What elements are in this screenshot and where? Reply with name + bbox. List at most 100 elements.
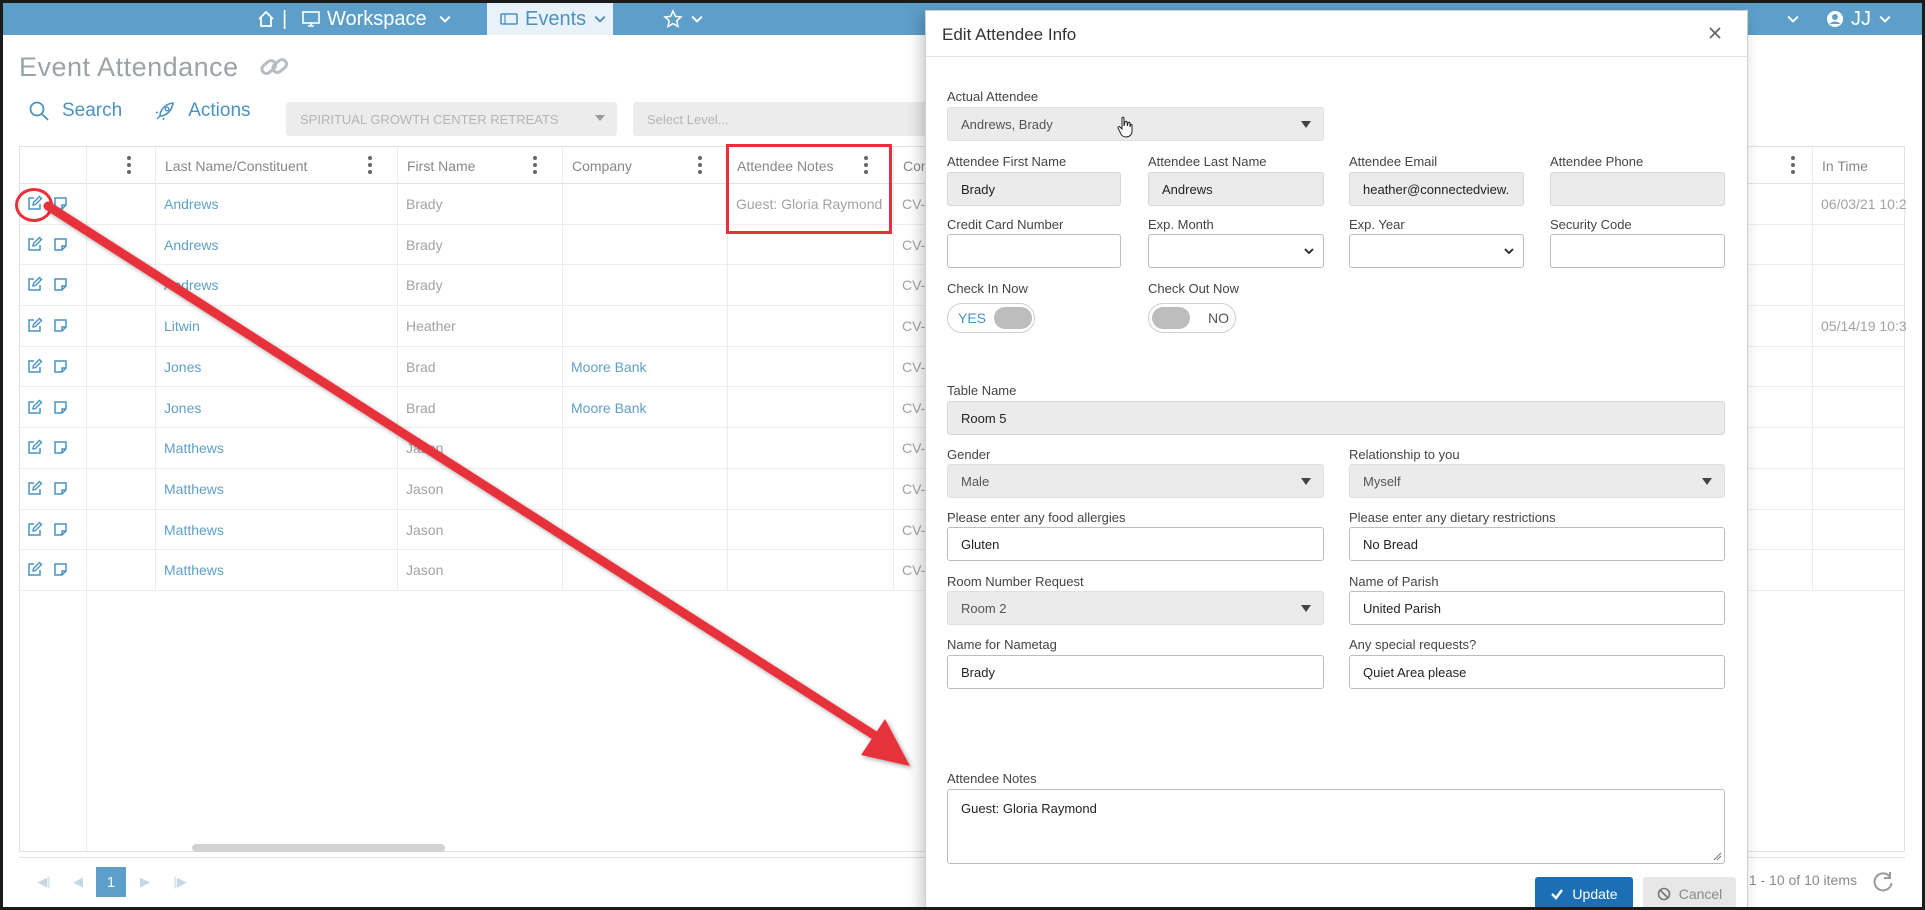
company-cell[interactable]: Moore Bank bbox=[562, 347, 727, 387]
search-label: Search bbox=[62, 100, 123, 121]
special-requests-label: Any special requests? bbox=[1349, 637, 1477, 652]
food-allergies-label: Please enter any food allergies bbox=[947, 510, 1126, 525]
column-menu-icon[interactable] bbox=[368, 156, 372, 174]
actual-attendee-value: Andrews, Brady bbox=[961, 116, 1053, 132]
edit-icon[interactable] bbox=[26, 276, 43, 293]
column-header-company[interactable]: Company bbox=[562, 147, 727, 184]
last-name-cell[interactable]: Matthews bbox=[155, 428, 397, 468]
horizontal-scrollbar[interactable] bbox=[192, 844, 445, 852]
email-field[interactable]: heather@connectedview. bbox=[1349, 172, 1524, 206]
level-select[interactable]: Select Level... bbox=[633, 102, 933, 136]
favorites-nav-item[interactable] bbox=[663, 3, 705, 35]
company-cell bbox=[562, 225, 727, 265]
actual-attendee-select[interactable]: Andrews, Brady bbox=[947, 107, 1324, 141]
note-icon[interactable] bbox=[52, 439, 69, 456]
events-nav-item[interactable]: Events bbox=[487, 3, 613, 35]
last-page-button[interactable]: |▶ bbox=[165, 867, 195, 897]
edit-icon[interactable] bbox=[26, 439, 43, 456]
first-name-cell: Brad bbox=[406, 399, 436, 416]
note-icon[interactable] bbox=[52, 399, 69, 416]
note-icon[interactable] bbox=[52, 236, 69, 253]
check-out-toggle[interactable]: NO bbox=[1148, 303, 1236, 333]
note-icon[interactable] bbox=[52, 195, 69, 212]
refresh-icon[interactable] bbox=[1869, 868, 1897, 896]
edit-icon[interactable] bbox=[26, 521, 43, 538]
edit-icon[interactable] bbox=[26, 561, 43, 578]
column-menu-icon[interactable] bbox=[533, 156, 537, 174]
exp-year-select[interactable] bbox=[1349, 234, 1524, 268]
company-cell[interactable]: Moore Bank bbox=[562, 388, 727, 428]
first-name-cell: Jason bbox=[406, 440, 444, 457]
note-icon[interactable] bbox=[52, 276, 69, 293]
first-name-field[interactable]: Brady bbox=[947, 172, 1121, 206]
close-icon[interactable] bbox=[1705, 23, 1725, 43]
last-name-cell[interactable]: Matthews bbox=[155, 510, 397, 550]
exp-month-select[interactable] bbox=[1148, 234, 1324, 268]
company-cell bbox=[562, 184, 727, 224]
edit-icon[interactable] bbox=[26, 236, 43, 253]
column-menu-icon[interactable] bbox=[1791, 156, 1795, 174]
column-menu-icon[interactable] bbox=[127, 156, 131, 174]
event-select[interactable]: SPIRITUAL GROWTH CENTER RETREATS bbox=[286, 102, 617, 136]
column-menu-icon[interactable] bbox=[698, 156, 702, 174]
special-requests-field[interactable]: Quiet Area please bbox=[1349, 655, 1725, 689]
ticket-icon bbox=[500, 13, 518, 25]
food-allergies-field[interactable]: Gluten bbox=[947, 527, 1324, 561]
caret-down-icon bbox=[595, 115, 605, 121]
relationship-select[interactable]: Myself bbox=[1349, 464, 1725, 498]
last-name-cell[interactable]: Jones bbox=[155, 388, 397, 428]
last-name-cell[interactable]: Matthews bbox=[155, 550, 397, 590]
first-page-button[interactable]: ◀| bbox=[29, 867, 59, 897]
edit-icon[interactable] bbox=[26, 358, 43, 375]
resize-grip-icon[interactable] bbox=[1713, 852, 1722, 861]
attendee-notes-textarea[interactable]: Guest: Gloria Raymond bbox=[947, 789, 1725, 864]
room-request-select[interactable]: Room 2 bbox=[947, 591, 1324, 625]
attendee-notes-cell bbox=[727, 510, 893, 550]
last-name-cell[interactable]: Andrews bbox=[155, 184, 397, 224]
dietary-field[interactable]: No Bread bbox=[1349, 527, 1725, 561]
last-name-cell[interactable]: Litwin bbox=[155, 306, 397, 346]
column-header-last-name[interactable]: Last Name/Constituent bbox=[155, 147, 397, 184]
attendee-notes-cell bbox=[727, 550, 893, 590]
workspace-nav-item[interactable]: Workspace bbox=[301, 3, 453, 35]
phone-field[interactable] bbox=[1550, 172, 1725, 206]
user-menu[interactable]: JJ bbox=[1785, 3, 1893, 35]
toggle-knob bbox=[994, 307, 1032, 329]
column-header-partial[interactable] bbox=[1763, 147, 1812, 184]
cancel-button[interactable]: Cancel bbox=[1643, 877, 1736, 909]
search-button[interactable]: Search bbox=[28, 100, 122, 122]
last-name-field[interactable]: Andrews bbox=[1148, 172, 1324, 206]
note-icon[interactable] bbox=[52, 521, 69, 538]
note-icon[interactable] bbox=[52, 561, 69, 578]
actions-button[interactable]: Actions bbox=[154, 100, 251, 122]
link-icon[interactable] bbox=[257, 50, 291, 84]
next-page-button[interactable]: ▶ bbox=[130, 867, 160, 897]
edit-icon[interactable] bbox=[26, 399, 43, 416]
prev-page-button[interactable]: ◀ bbox=[63, 867, 93, 897]
gender-select[interactable]: Male bbox=[947, 464, 1324, 498]
edit-icon[interactable] bbox=[26, 480, 43, 497]
update-button[interactable]: Update bbox=[1535, 877, 1633, 909]
column-header-first-name[interactable]: First Name bbox=[397, 147, 562, 184]
home-nav-item[interactable]: | bbox=[256, 3, 287, 35]
column-header-in-time[interactable]: In Time bbox=[1812, 147, 1906, 184]
row-actions bbox=[26, 561, 69, 578]
last-name-cell[interactable]: Jones bbox=[155, 347, 397, 387]
security-code-field[interactable] bbox=[1550, 234, 1725, 268]
cc-number-field[interactable] bbox=[947, 234, 1121, 268]
check-in-toggle[interactable]: YES bbox=[947, 303, 1035, 333]
company-cell bbox=[562, 469, 727, 509]
pointer-cursor-icon bbox=[1117, 116, 1133, 138]
edit-icon[interactable] bbox=[26, 317, 43, 334]
note-icon[interactable] bbox=[52, 358, 69, 375]
page-button-current[interactable]: 1 bbox=[96, 867, 126, 897]
toolbar: Search Actions bbox=[28, 100, 281, 122]
parish-field[interactable]: United Parish bbox=[1349, 591, 1725, 625]
note-icon[interactable] bbox=[52, 317, 69, 334]
last-name-cell[interactable]: Andrews bbox=[155, 265, 397, 305]
note-icon[interactable] bbox=[52, 480, 69, 497]
nametag-field[interactable]: Brady bbox=[947, 655, 1324, 689]
table-name-field[interactable]: Room 5 bbox=[947, 401, 1725, 435]
last-name-cell[interactable]: Matthews bbox=[155, 469, 397, 509]
last-name-cell[interactable]: Andrews bbox=[155, 225, 397, 265]
